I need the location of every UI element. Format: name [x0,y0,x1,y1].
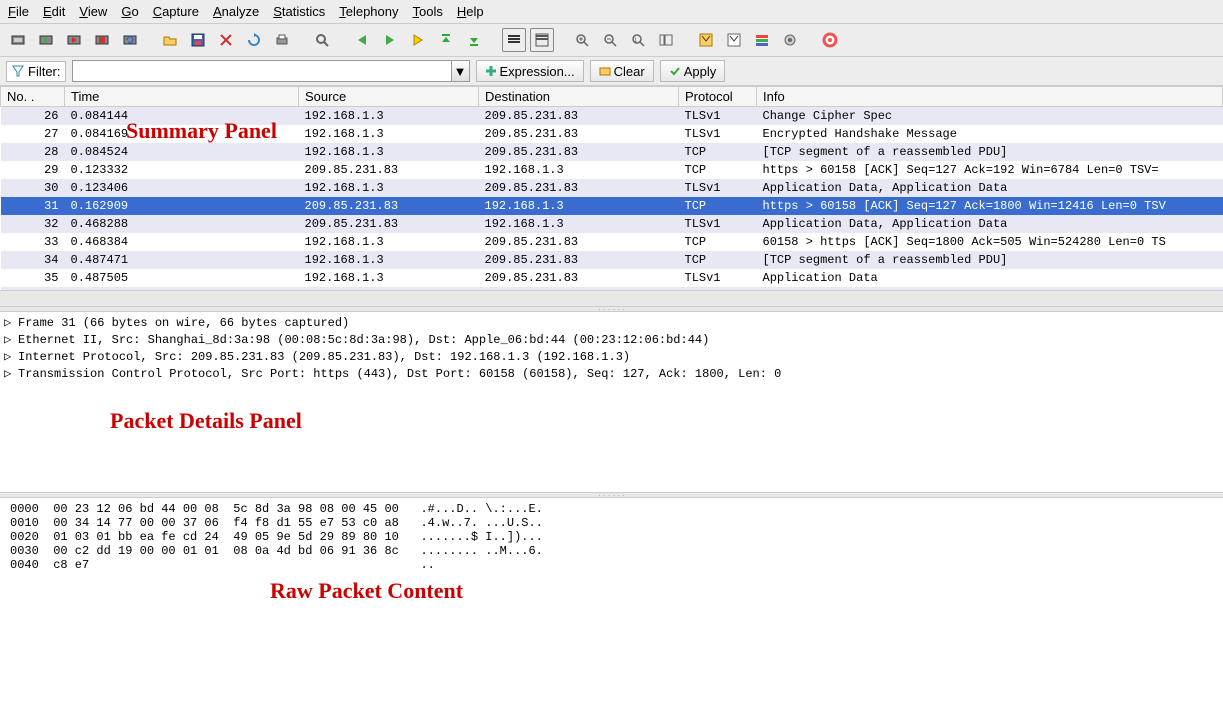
col-header[interactable]: Info [757,87,1223,107]
main-toolbar: 1 [0,24,1223,57]
expand-icon[interactable]: ▷ [4,332,14,347]
detail-row[interactable]: ▷Transmission Control Protocol, Src Port… [0,365,1223,382]
print-icon[interactable] [270,28,294,52]
menu-file[interactable]: File [8,4,29,19]
last-icon[interactable] [462,28,486,52]
menu-go[interactable]: Go [121,4,138,19]
col-header[interactable]: Time [65,87,299,107]
resize-cols-icon[interactable] [654,28,678,52]
jump-icon[interactable] [406,28,430,52]
clear-button[interactable]: Clear [590,60,654,82]
reload-icon[interactable] [242,28,266,52]
capture-filters-icon[interactable] [694,28,718,52]
packet-row[interactable]: 320.468288209.85.231.83192.168.1.3TLSv1A… [1,215,1223,233]
interfaces-icon[interactable] [6,28,30,52]
menu-tools[interactable]: Tools [413,4,443,19]
options-icon[interactable] [34,28,58,52]
filter-toolbar: Filter: ▼ Expression... Clear Apply [0,57,1223,86]
menu-statistics[interactable]: Statistics [273,4,325,19]
save-icon[interactable] [186,28,210,52]
filter-label: Filter: [28,64,61,79]
back-icon[interactable] [350,28,374,52]
packet-list[interactable]: No. .TimeSourceDestinationProtocolInfo 2… [0,86,1223,290]
menu-edit[interactable]: Edit [43,4,65,19]
packet-details-panel[interactable]: Packet Details Panel ▷Frame 31 (66 bytes… [0,312,1223,492]
expression-button[interactable]: Expression... [476,60,584,82]
menu-view[interactable]: View [79,4,107,19]
col-header[interactable]: Destination [479,87,679,107]
clear-icon [599,65,611,77]
close-icon[interactable] [214,28,238,52]
forward-icon[interactable] [378,28,402,52]
hscrollbar[interactable] [0,290,1223,306]
colorize-icon[interactable] [502,28,526,52]
detail-row[interactable]: ▷Frame 31 (66 bytes on wire, 66 bytes ca… [0,314,1223,331]
zoom-out-icon[interactable] [598,28,622,52]
packet-bytes-panel[interactable]: 0000 00 23 12 06 bd 44 00 08 5c 8d 3a 98… [0,498,1223,716]
packet-row[interactable]: 270.084169192.168.1.3209.85.231.83TLSv1E… [1,125,1223,143]
find-icon[interactable] [310,28,334,52]
coloring-rules-icon[interactable] [750,28,774,52]
autoscroll-icon[interactable] [530,28,554,52]
packet-list-panel: No. .TimeSourceDestinationProtocolInfo 2… [0,86,1223,306]
menu-help[interactable]: Help [457,4,484,19]
check-icon [669,65,681,77]
filter-icon [11,64,25,78]
plus-icon [485,65,497,77]
help-icon[interactable] [818,28,842,52]
packet-row[interactable]: 330.468384192.168.1.3209.85.231.83TCP601… [1,233,1223,251]
expand-icon[interactable]: ▷ [4,349,14,364]
packet-row[interactable]: 260.084144192.168.1.3209.85.231.83TLSv1C… [1,107,1223,126]
expand-icon[interactable]: ▷ [4,315,14,330]
packet-row[interactable]: 360.487575192.168.1.3209.85.231.83TLSv1A… [1,287,1223,290]
detail-row[interactable]: ▷Ethernet II, Src: Shanghai_8d:3a:98 (00… [0,331,1223,348]
col-header[interactable]: Protocol [679,87,757,107]
packet-row[interactable]: 340.487471192.168.1.3209.85.231.83TCP[TC… [1,251,1223,269]
menu-capture[interactable]: Capture [153,4,199,19]
menu-bar: File Edit View Go Capture Analyze Statistics Te… [0,0,1223,24]
hex-dump[interactable]: 0000 00 23 12 06 bd 44 00 08 5c 8d 3a 98… [10,502,1213,572]
stop-icon[interactable] [90,28,114,52]
expand-icon[interactable]: ▷ [4,366,14,381]
first-icon[interactable] [434,28,458,52]
packet-row[interactable]: 310.162909209.85.231.83192.168.1.3TCPhtt… [1,197,1223,215]
packet-row[interactable]: 350.487505192.168.1.3209.85.231.83TLSv1A… [1,269,1223,287]
prefs-icon[interactable] [778,28,802,52]
annotation-raw: Raw Packet Content [270,578,463,604]
open-icon[interactable] [158,28,182,52]
filter-label-box[interactable]: Filter: [6,61,66,82]
zoom-100-icon[interactable]: 1 [626,28,650,52]
annotation-details: Packet Details Panel [110,408,302,434]
col-header[interactable]: No. . [1,87,65,107]
start-icon[interactable] [62,28,86,52]
restart-icon[interactable] [118,28,142,52]
packet-row[interactable]: 290.123332209.85.231.83192.168.1.3TCPhtt… [1,161,1223,179]
menu-telephony[interactable]: Telephony [339,4,398,19]
zoom-in-icon[interactable] [570,28,594,52]
filter-dropdown[interactable]: ▼ [452,60,470,82]
apply-button[interactable]: Apply [660,60,726,82]
filter-input[interactable] [72,60,452,82]
packet-row[interactable]: 300.123406192.168.1.3209.85.231.83TLSv1A… [1,179,1223,197]
packet-row[interactable]: 280.084524192.168.1.3209.85.231.83TCP[TC… [1,143,1223,161]
display-filters-icon[interactable] [722,28,746,52]
col-header[interactable]: Source [299,87,479,107]
menu-analyze[interactable]: Analyze [213,4,259,19]
detail-row[interactable]: ▷Internet Protocol, Src: 209.85.231.83 (… [0,348,1223,365]
